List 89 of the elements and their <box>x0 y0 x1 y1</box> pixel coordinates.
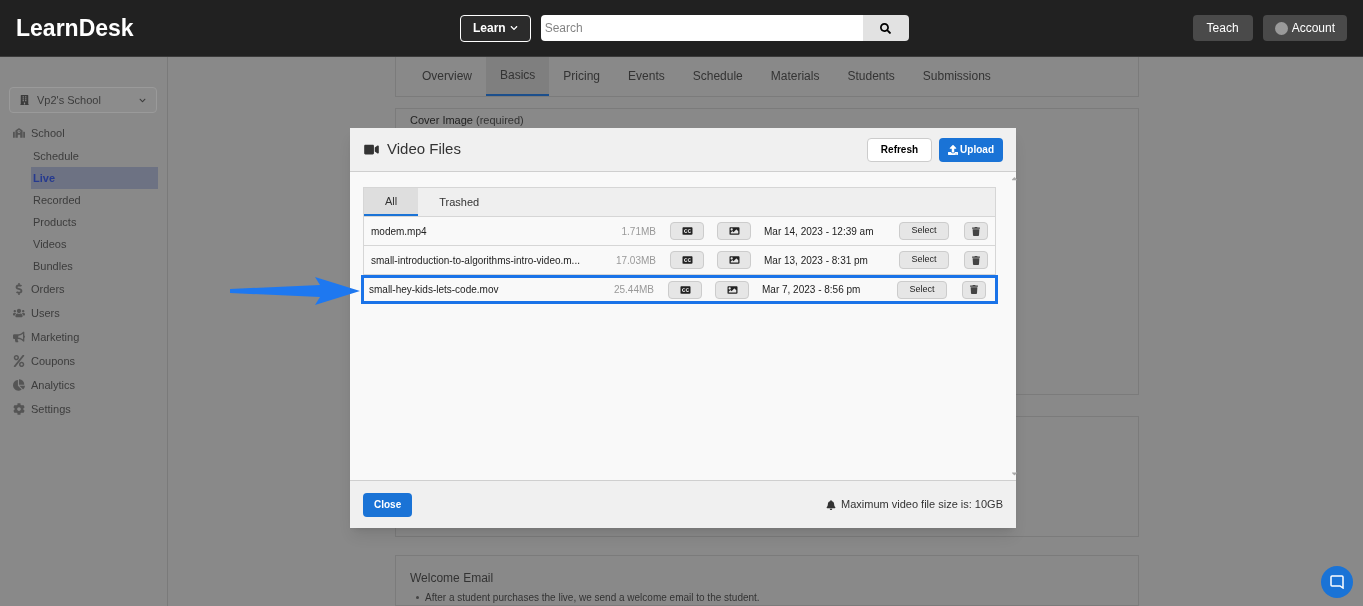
file-row[interactable]: modem.mp4 1.71MB Mar 14, 2023 - 12:39 am Select <box>364 217 995 246</box>
delete-button[interactable] <box>964 222 988 240</box>
course-tab[interactable]: Basics <box>486 57 550 96</box>
search-icon <box>880 22 892 34</box>
dialog-title: Video Files <box>387 139 462 160</box>
sidebar-item[interactable]: School <box>9 121 158 145</box>
school-picker[interactable]: Vp2's School <box>9 87 157 113</box>
sidebar-subitem[interactable]: Videos <box>31 233 158 255</box>
course-tab[interactable]: Materials <box>756 57 834 96</box>
closed-captions-icon <box>681 255 693 265</box>
bell-icon <box>826 499 836 510</box>
file-name: small-hey-kids-lets-code.mov <box>369 283 500 297</box>
percent-icon <box>13 355 25 367</box>
course-tab[interactable]: Students <box>833 57 909 96</box>
image-icon <box>726 284 738 295</box>
sidebar-item[interactable]: Settings <box>9 397 158 421</box>
thumbnail-button[interactable] <box>717 251 751 269</box>
file-name: small-introduction-to-algorithms-intro-video.m... <box>371 253 581 268</box>
captions-button[interactable] <box>670 222 704 240</box>
sidebar-item[interactable]: Analytics <box>9 373 158 397</box>
closed-captions-icon <box>679 284 691 295</box>
thumbnail-button[interactable] <box>717 222 751 240</box>
settings-icon <box>13 403 25 415</box>
delete-button[interactable] <box>964 251 988 269</box>
file-name: modem.mp4 <box>371 224 428 239</box>
video-camera-icon <box>363 143 380 156</box>
file-date: Mar 14, 2023 - 12:39 am <box>764 224 875 239</box>
account-button[interactable]: Account <box>1262 15 1347 41</box>
school-icon <box>13 127 25 139</box>
chat-icon <box>1330 575 1344 589</box>
file-size: 25.44MB <box>612 283 654 297</box>
select-button[interactable]: Select <box>897 280 947 299</box>
sidebar-subitem[interactable]: Schedule <box>31 145 158 167</box>
avatar <box>1274 21 1288 35</box>
refresh-button[interactable]: Refresh <box>866 137 933 162</box>
trash-icon <box>970 285 978 294</box>
sidebar-subitem[interactable]: Live <box>31 167 158 189</box>
file-size-note: Maximum video file size is: 10GB <box>841 497 1003 513</box>
sidebar-item[interactable]: Orders <box>9 277 158 301</box>
select-button[interactable]: Select <box>899 222 949 240</box>
upload-button[interactable]: Upload <box>939 137 1003 162</box>
building-icon <box>20 95 29 105</box>
search-button[interactable] <box>862 15 909 41</box>
bullet-text: After a student purchases the live, we send a welcome email to the student. <box>425 591 760 605</box>
bullhorn-icon <box>13 331 25 343</box>
image-icon <box>728 255 740 265</box>
thumbnail-button[interactable] <box>715 280 749 299</box>
pie-chart-icon <box>13 379 25 391</box>
dialog-tab[interactable]: All <box>364 188 419 216</box>
course-tab[interactable]: Submissions <box>908 57 1005 96</box>
file-size: 17.03MB <box>614 253 656 268</box>
bullet-icon <box>416 596 419 599</box>
logo[interactable]: LearnDesk <box>16 10 460 46</box>
dialog-tab[interactable]: Trashed <box>418 188 501 216</box>
course-tab[interactable]: Schedule <box>678 57 757 96</box>
course-tab[interactable]: Events <box>614 57 679 96</box>
image-icon <box>728 226 740 236</box>
trash-icon <box>972 226 980 236</box>
select-button[interactable]: Select <box>899 251 949 269</box>
close-button[interactable]: Close <box>363 492 413 517</box>
teach-button[interactable]: Teach <box>1192 15 1253 41</box>
file-size: 1.71MB <box>620 224 656 239</box>
sidebar-subitem[interactable]: Recorded <box>31 189 158 211</box>
course-tab[interactable]: Overview <box>408 57 486 96</box>
search-field[interactable]: Search <box>540 15 863 41</box>
file-date: Mar 7, 2023 - 8:56 pm <box>762 283 862 297</box>
card-title: Welcome Email <box>410 570 495 587</box>
course-tab[interactable]: Pricing <box>549 57 615 96</box>
file-row[interactable]: small-hey-kids-lets-code.mov 25.44MB Mar 7, 2023 - 8:56 pm Select <box>361 275 998 304</box>
chat-button[interactable] <box>1321 566 1353 598</box>
trash-icon <box>972 255 980 265</box>
closed-captions-icon <box>681 226 693 236</box>
chevron-down-icon <box>139 96 146 104</box>
users-icon <box>13 307 25 319</box>
sidebar-item[interactable]: Coupons <box>9 349 158 373</box>
sidebar-subitem[interactable]: Products <box>31 211 158 233</box>
learn-menu[interactable]: Learn <box>460 14 531 42</box>
dollar-icon <box>13 283 25 295</box>
captions-button[interactable] <box>670 251 704 269</box>
sidebar-subitem[interactable]: Bundles <box>31 255 158 277</box>
file-date: Mar 13, 2023 - 8:31 pm <box>764 253 869 268</box>
file-row[interactable]: small-introduction-to-algorithms-intro-video.m... 17.03MB Mar 13, 2023 - 8:31 pm Select <box>364 246 995 275</box>
card-title: Cover Image (required) <box>410 113 524 126</box>
upload-icon <box>948 144 959 155</box>
delete-button[interactable] <box>962 280 986 299</box>
sidebar-item[interactable]: Users <box>9 301 158 325</box>
captions-button[interactable] <box>668 280 702 299</box>
sidebar-item[interactable]: Marketing <box>9 325 158 349</box>
chevron-down-icon <box>509 24 518 32</box>
